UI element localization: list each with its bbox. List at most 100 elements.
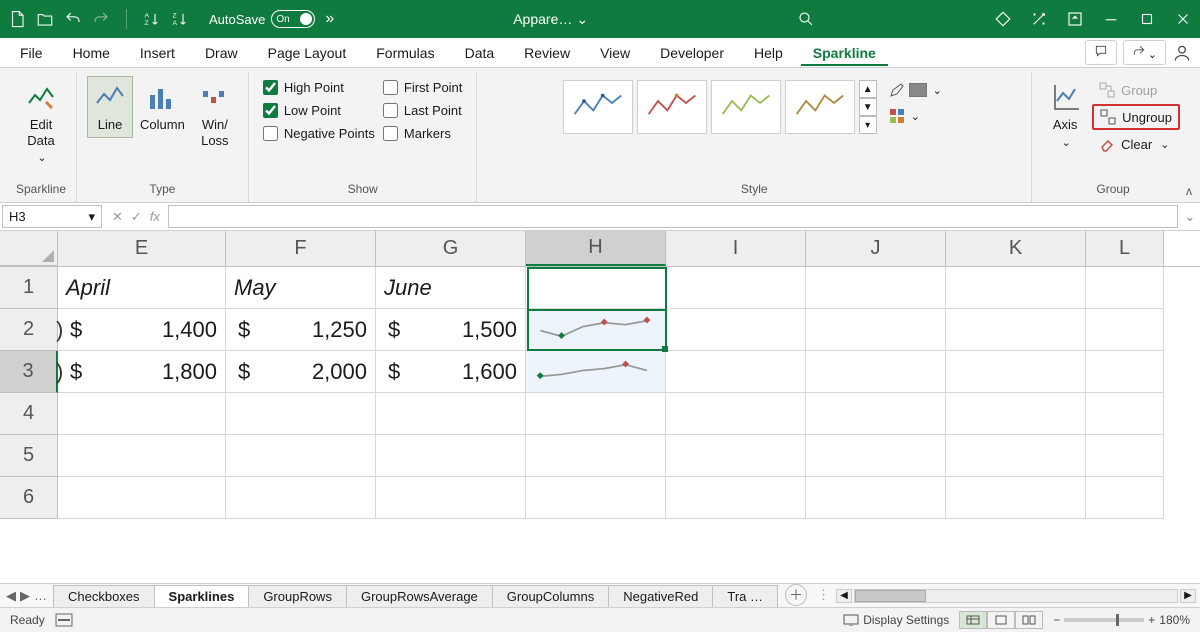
tab-formulas[interactable]: Formulas [364, 40, 446, 66]
scroll-right[interactable]: ▶ [1180, 589, 1196, 603]
minimize-icon[interactable] [1102, 10, 1120, 28]
cell-f1[interactable]: May [226, 267, 376, 309]
markers-check[interactable]: Markers [383, 126, 463, 141]
tab-sparkline[interactable]: Sparkline [801, 40, 888, 66]
undo-icon[interactable] [64, 10, 82, 28]
cell-k2[interactable] [946, 309, 1086, 351]
sheet-nav-prev[interactable]: ◀ [6, 588, 16, 604]
cell-i2[interactable] [666, 309, 806, 351]
first-point-check[interactable]: First Point [383, 80, 463, 95]
ribbon-mode-icon[interactable] [1066, 10, 1084, 28]
col-header-k[interactable]: K [946, 231, 1086, 266]
low-point-check[interactable]: Low Point [263, 103, 375, 118]
ribbon-collapse[interactable]: ʌ [1186, 184, 1192, 198]
select-all-corner[interactable] [0, 231, 58, 266]
tab-data[interactable]: Data [453, 40, 507, 66]
cell-h2-sparkline[interactable] [526, 309, 666, 351]
style-item-1[interactable] [563, 80, 633, 134]
scroll-left[interactable]: ◀ [836, 589, 852, 603]
winloss-type-button[interactable]: Win/ Loss [192, 76, 238, 153]
tab-review[interactable]: Review [512, 40, 582, 66]
gallery-down[interactable]: ▼ [859, 98, 877, 116]
tab-insert[interactable]: Insert [128, 40, 187, 66]
negative-points-check[interactable]: Negative Points [263, 126, 375, 141]
col-header-f[interactable]: F [226, 231, 376, 266]
scroll-track[interactable] [854, 589, 1178, 603]
row-header-2[interactable]: 2 [0, 309, 58, 351]
row-header-6[interactable]: 6 [0, 477, 58, 519]
column-type-button[interactable]: Column [133, 76, 192, 138]
cell-i3[interactable] [666, 351, 806, 393]
row-header-4[interactable]: 4 [0, 393, 58, 435]
cell-i1[interactable] [666, 267, 806, 309]
qat-more[interactable]: » [325, 10, 334, 28]
scroll-thumb[interactable] [855, 590, 926, 602]
gallery-up[interactable]: ▲ [859, 80, 877, 98]
tab-file[interactable]: File [8, 40, 55, 66]
diamond-icon[interactable] [994, 10, 1012, 28]
display-settings-button[interactable]: Display Settings [843, 613, 949, 627]
high-point-check[interactable]: High Point [263, 80, 375, 95]
formula-expand[interactable]: ⌄ [1180, 203, 1200, 230]
cell-l1[interactable] [1086, 267, 1164, 309]
sheet-nav-more[interactable]: … [34, 588, 47, 603]
fx-icon[interactable]: fx [150, 209, 160, 224]
sheet-tab-grouprows[interactable]: GroupRows [248, 585, 347, 607]
autosave-toggle[interactable]: On [271, 10, 315, 28]
close-icon[interactable] [1174, 10, 1192, 28]
zoom-in-button[interactable]: + [1148, 613, 1155, 627]
edit-data-button[interactable]: Edit Data [18, 76, 64, 170]
col-header-j[interactable]: J [806, 231, 946, 266]
cell-j2[interactable] [806, 309, 946, 351]
document-name[interactable]: Appare… ⌄ [513, 11, 588, 28]
col-header-h[interactable]: H [526, 231, 666, 266]
last-point-check[interactable]: Last Point [383, 103, 463, 118]
cell-e1[interactable]: April [58, 267, 226, 309]
style-item-3[interactable] [711, 80, 781, 134]
open-file-icon[interactable] [36, 10, 54, 28]
line-type-button[interactable]: Line [87, 76, 133, 138]
share-button[interactable] [1123, 40, 1166, 65]
normal-view-button[interactable] [959, 611, 987, 629]
cell-j3[interactable] [806, 351, 946, 393]
tab-help[interactable]: Help [742, 40, 795, 66]
row-header-1[interactable]: 1 [0, 267, 58, 309]
sort-asc-icon[interactable]: AZ [143, 10, 161, 28]
magic-icon[interactable] [1030, 10, 1048, 28]
cell-k3[interactable] [946, 351, 1086, 393]
cell-l3[interactable] [1086, 351, 1164, 393]
sheet-tab-grouprowsavg[interactable]: GroupRowsAverage [346, 585, 493, 607]
account-icon[interactable] [1172, 43, 1192, 63]
cell-e4[interactable] [58, 393, 226, 435]
cell-k1[interactable] [946, 267, 1086, 309]
name-box[interactable]: H3▾ [2, 205, 102, 228]
sheet-tab-sparklines[interactable]: Sparklines [154, 585, 250, 607]
page-layout-view-button[interactable] [987, 611, 1015, 629]
row-header-5[interactable]: 5 [0, 435, 58, 477]
tab-developer[interactable]: Developer [648, 40, 736, 66]
search-icon[interactable] [797, 10, 815, 28]
sheet-tab-checkboxes[interactable]: Checkboxes [53, 585, 155, 607]
maximize-icon[interactable] [1138, 10, 1156, 28]
col-header-g[interactable]: G [376, 231, 526, 266]
cell-j1[interactable] [806, 267, 946, 309]
style-item-2[interactable] [637, 80, 707, 134]
tab-draw[interactable]: Draw [193, 40, 250, 66]
cell-g1[interactable]: June [376, 267, 526, 309]
macro-recorder-icon[interactable] [55, 613, 73, 627]
zoom-level[interactable]: 180% [1159, 613, 1190, 627]
clear-button[interactable]: Clear [1092, 132, 1180, 156]
sheet-splitter[interactable]: ⋮ [815, 584, 832, 607]
formula-input[interactable] [168, 205, 1178, 228]
horizontal-scrollbar[interactable]: ◀ ▶ [832, 584, 1200, 607]
cancel-formula-icon[interactable]: ✕ [112, 209, 123, 225]
sort-desc-icon[interactable]: ZA [171, 10, 189, 28]
tab-home[interactable]: Home [61, 40, 122, 66]
sheet-tab-tra[interactable]: Tra … [712, 585, 778, 607]
tab-page-layout[interactable]: Page Layout [256, 40, 359, 66]
cell-g3[interactable]: $1,600 [376, 351, 526, 393]
page-break-view-button[interactable] [1015, 611, 1043, 629]
sheet-tab-negativered[interactable]: NegativeRed [608, 585, 713, 607]
add-sheet-button[interactable]: ＋ [785, 584, 807, 606]
ungroup-button[interactable]: Ungroup [1092, 104, 1180, 130]
